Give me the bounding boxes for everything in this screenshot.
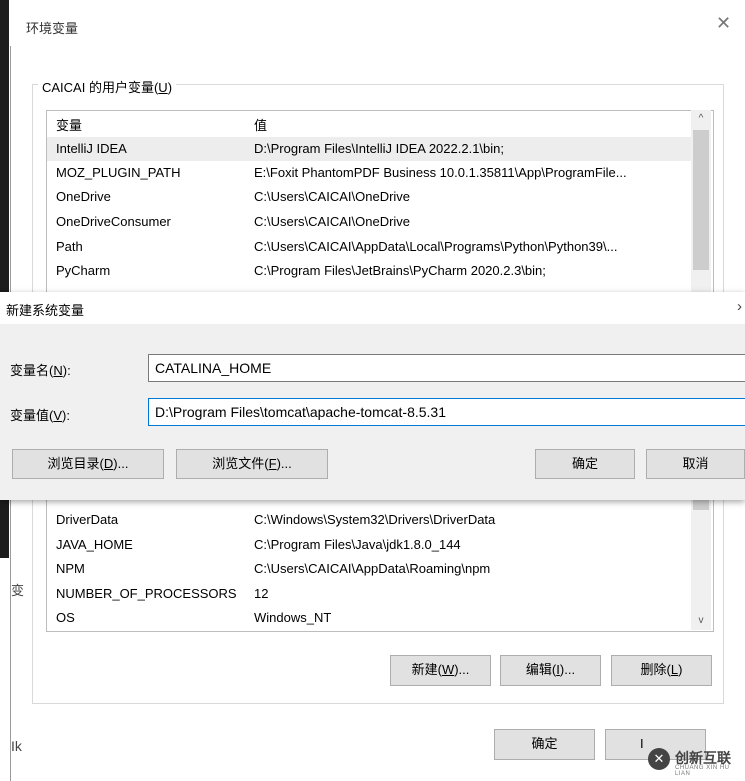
scrollbar-thumb[interactable] (693, 130, 709, 270)
table-row[interactable]: OneDriveConsumer C:\Users\CAICAI\OneDrive (47, 210, 691, 234)
table-row[interactable]: PyCharm C:\Program Files\JetBrains\PyChar… (47, 259, 691, 283)
watermark-sub: CHUANG XIN HU LIAN (675, 765, 730, 777)
edit-button[interactable]: 编辑(I)... (500, 655, 601, 686)
browse-file-button[interactable]: 浏览文件(F)... (176, 449, 328, 479)
desktop-background (0, 0, 9, 292)
side-text: Ik (11, 738, 22, 754)
table-row[interactable]: MOZ_PLUGIN_PATH E:\Foxit PhantomPDF Busin… (47, 161, 691, 185)
browse-directory-button[interactable]: 浏览目录(D)... (12, 449, 164, 479)
delete-button[interactable]: 删除(L) (611, 655, 712, 686)
close-icon[interactable]: ✕ (716, 14, 731, 32)
cancel-button[interactable]: 取消 (646, 449, 745, 479)
table-row[interactable]: OS Windows_NT (47, 606, 691, 630)
variable-value-input[interactable]: D:\Program Files\tomcat\apache-tomcat-8.… (148, 398, 745, 426)
chevron-up-icon[interactable]: ^ (691, 110, 711, 128)
brand-logo-icon: ✕ (648, 748, 670, 770)
variable-name-label: 变量名(N): (10, 363, 71, 378)
env-vars-title: 环境变量 (26, 21, 79, 36)
new-system-variable-titlebar (0, 292, 745, 324)
table-row[interactable]: NPM C:\Users\CAICAI\AppData\Roaming\npm (47, 557, 691, 581)
table-row[interactable]: Path C:\Users\CAICAI\AppData\Local\Progra… (47, 235, 691, 259)
user-vars-group-label: CAICAI 的用户变量(U) (38, 77, 177, 96)
side-text: 变 (11, 583, 25, 598)
scrollbar-thumb[interactable] (693, 500, 709, 510)
chevron-down-icon[interactable]: v (691, 612, 711, 630)
desktop-background (0, 500, 9, 558)
column-header-value[interactable]: 值 (254, 115, 267, 134)
ok-button[interactable]: 确定 (535, 449, 635, 479)
table-row[interactable]: IntelliJ IDEA D:\Program Files\IntelliJ I… (47, 137, 691, 161)
table-row[interactable]: OneDrive C:\Users\CAICAI\OneDrive (47, 185, 691, 209)
table-row[interactable]: JAVA_HOME C:\Program Files\Java\jdk1.8.0_… (47, 533, 691, 557)
variable-value-label: 变量值(V): (10, 408, 70, 423)
dialog-title: 新建系统变量 (6, 303, 85, 318)
env-ok-button[interactable]: 确定 (494, 729, 595, 760)
table-row[interactable]: DriverData C:\Windows\System32\Drivers\Dr… (47, 508, 691, 532)
watermark: ✕ 创新互联 CHUANG XIN HU LIAN (648, 746, 743, 777)
env-vars-titlebar (10, 8, 745, 46)
table-row[interactable]: NUMBER_OF_PROCESSORS 12 (47, 582, 691, 606)
list-header: 变量 值 (46, 110, 691, 136)
new-button[interactable]: 新建(W)... (390, 655, 491, 686)
close-icon[interactable]: › (737, 298, 742, 315)
variable-name-input[interactable]: CATALINA_HOME (148, 354, 745, 382)
column-header-name[interactable]: 变量 (56, 115, 82, 134)
